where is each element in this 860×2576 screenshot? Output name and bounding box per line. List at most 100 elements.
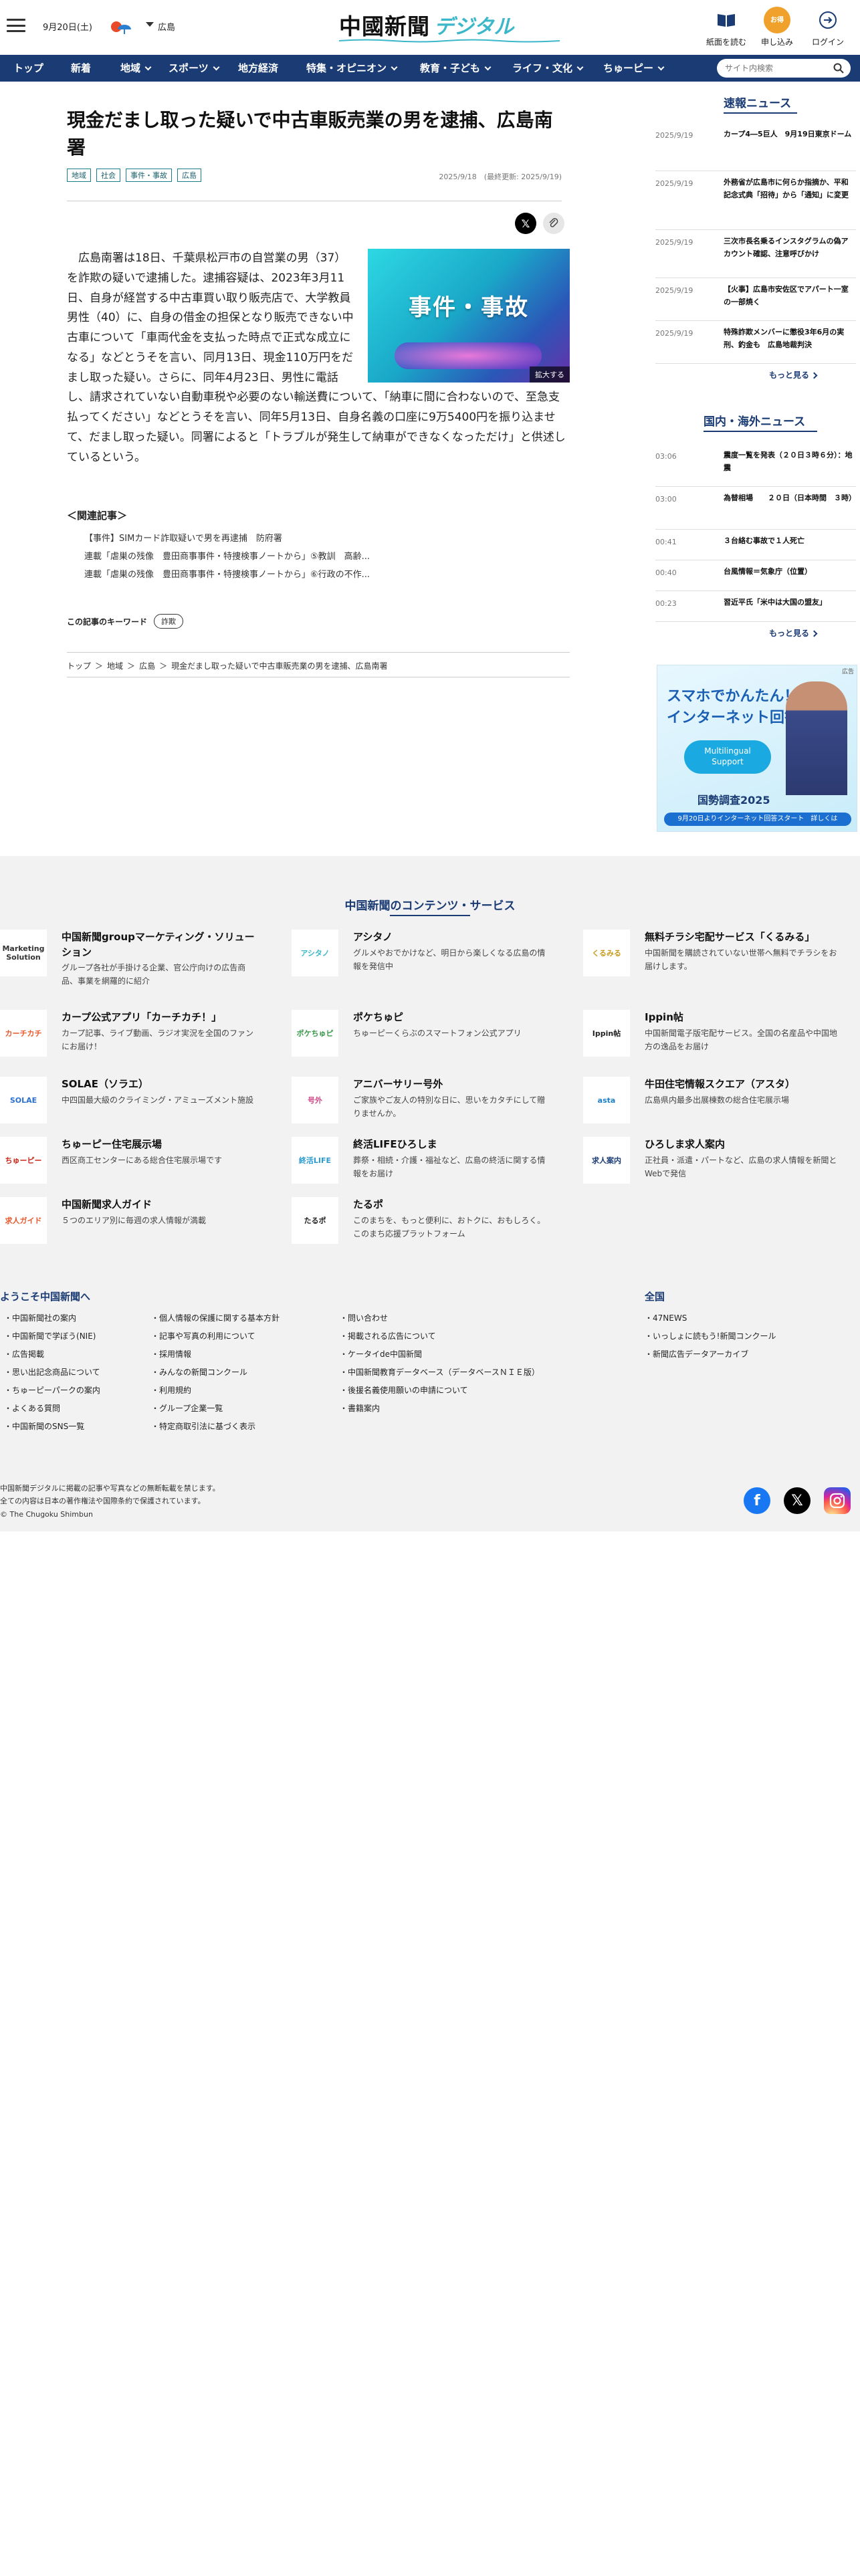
breadcrumb-hiroshima[interactable]: 広島	[139, 660, 155, 671]
footer-link[interactable]: 中国新聞社の案内	[4, 1309, 100, 1327]
service-item[interactable]: たるポ たるポ このまちを、もっと便利に、おトクに、おもしろく。このまち応援プラット…	[292, 1197, 552, 1251]
site-logo[interactable]: 中國新聞 デジタル	[339, 8, 560, 43]
related-link[interactable]: 連載「虐巣の残像 豊田商事事件・特捜検事ノートから」⑤教訓 高齢...	[84, 548, 459, 566]
ad-person-image	[786, 681, 847, 795]
news-title: 三次市長名乗るインスタグラムの偽アカウント確認、注意呼びかけ	[724, 237, 849, 258]
service-item[interactable]: 求人ガイド 中国新聞求人ガイド ５つのエリア別に毎週の求人情報が満載	[0, 1197, 261, 1251]
hamburger-menu-icon[interactable]	[7, 19, 25, 32]
footer-link[interactable]: 特定商取引法に基づく表示	[151, 1418, 280, 1436]
nav-item-chupy[interactable]: ちゅーピー	[603, 55, 665, 82]
service-item[interactable]: 求人案内 ひろしま求人案内 正社員・派遣・パートなど、広島の求人情報を新聞とWebで…	[583, 1137, 844, 1190]
service-item[interactable]: 終活LIFE 終活LIFEひろしま 葬祭・相続・介護・福祉など、広島の終活に関する情…	[292, 1137, 552, 1190]
service-name: たるポ	[353, 1198, 384, 1210]
footer-link[interactable]: 個人情報の保護に関する基本方針	[151, 1309, 280, 1327]
footer-link[interactable]: 採用情報	[151, 1346, 280, 1364]
tag-hiroshima[interactable]: 広島	[177, 169, 201, 182]
service-logo: たるポ	[292, 1197, 338, 1244]
nav-item-feature[interactable]: 特集・オピニオン	[306, 55, 398, 82]
service-desc: 正社員・派遣・パートなど、広島の求人情報を新聞とWebで発信	[645, 1156, 837, 1178]
footer-link[interactable]: 中国新聞のSNS一覧	[4, 1418, 100, 1436]
footer-link[interactable]: よくある質問	[4, 1400, 100, 1418]
list-item[interactable]: 2025/9/19 三次市長名乗るインスタグラムの偽アカウント確認、注意呼びかけ	[655, 230, 856, 278]
share-x-button[interactable]: 𝕏	[515, 213, 536, 234]
photo-caption-text: 事件・事故	[409, 294, 529, 321]
footer-link[interactable]: 47NEWS	[645, 1309, 776, 1327]
footer-link[interactable]: 利用規約	[151, 1382, 280, 1400]
ad-banner[interactable]: 広告 スマホでかんたん！ インターネット回答 Multilingual Supp…	[657, 665, 857, 832]
footer-link[interactable]: 書籍案内	[340, 1400, 540, 1418]
footer-link[interactable]: みんなの新聞コンクール	[151, 1364, 280, 1382]
tag-chiiki[interactable]: 地域	[67, 169, 91, 182]
breadcrumb-region[interactable]: 地域	[107, 660, 123, 671]
chevron-down-icon	[657, 64, 665, 71]
footer-link[interactable]: ちゅーピーパークの案内	[4, 1382, 100, 1400]
footer-link[interactable]: いっしょに読もう!新聞コンクール	[645, 1327, 776, 1346]
footer-link[interactable]: 掲載される広告について	[340, 1327, 540, 1346]
list-item[interactable]: 2025/9/19 【火事】広島市安佐区でアパート一室の一部焼く	[655, 278, 856, 321]
flash-more-link[interactable]: もっと見る	[769, 369, 818, 381]
footer-link[interactable]: 広告掲載	[4, 1346, 100, 1364]
x-icon[interactable]: 𝕏	[784, 1487, 811, 1514]
search-input[interactable]	[725, 62, 825, 75]
service-item[interactable]: Ippin帖 Ippin帖 中国新聞電子版宅配サービス。全国の名産品や中国地方の逸品…	[583, 1010, 844, 1063]
list-item[interactable]: 2025/9/19 カープ4―5巨人 9月19日東京ドーム	[655, 123, 856, 171]
news-date: 2025/9/19	[655, 329, 693, 338]
list-item[interactable]: 00:23 習近平氏「米中は大国の盟友」	[655, 591, 856, 622]
footer-link[interactable]: グループ企業一覧	[151, 1400, 280, 1418]
nav-item-region[interactable]: 地域	[120, 55, 152, 82]
list-item[interactable]: 00:40 台風情報＝気象庁（位置）	[655, 560, 856, 591]
service-item[interactable]: ポケちゅピ ポケちゅピ ちゅーピーくらぶのスマートフォン公式アプリ	[292, 1010, 552, 1063]
region-selector[interactable]: 広島	[158, 20, 175, 33]
apply-button[interactable]: お得 申し込み	[750, 7, 804, 47]
service-item[interactable]: くるみる 無料チラシ宅配サービス「くるみる」 中国新聞を購読されていない世帯へ無料で…	[583, 930, 844, 983]
service-item[interactable]: SOLAE SOLAE（ソラエ） 中四国最大級のクライミング・アミューズメント施設	[0, 1077, 261, 1130]
service-logo: 終活LIFE	[292, 1137, 338, 1184]
breadcrumb-top[interactable]: トップ	[67, 660, 91, 671]
nav-item-top[interactable]: トップ	[13, 55, 43, 82]
nav-item-economy[interactable]: 地方経済	[238, 55, 278, 82]
nav-item-new[interactable]: 新着	[71, 55, 91, 82]
search-icon[interactable]	[833, 63, 844, 74]
facebook-icon[interactable]: f	[744, 1487, 770, 1514]
read-paper-button[interactable]: 紙面を読む	[700, 7, 753, 47]
service-item[interactable]: カーチカチ カープ公式アプリ「カーチカチ！」 カープ記事、ライブ動画、ラジオ実況を全…	[0, 1010, 261, 1063]
service-desc: 中国新聞を購読されていない世帯へ無料でチラシをお届けします。	[645, 948, 837, 971]
service-desc: グルメやおでかけなど、明日から楽しくなる広島の情報を発信中	[353, 948, 546, 971]
tag-shakai[interactable]: 社会	[96, 169, 120, 182]
zoom-button[interactable]: 拡大する	[530, 366, 570, 383]
instagram-icon[interactable]	[824, 1487, 851, 1514]
related-link[interactable]: 【事件】SIMカード詐取疑いで男を再逮捕 防府署	[84, 530, 459, 548]
service-desc: ５つのエリア別に毎週の求人情報が満載	[62, 1216, 207, 1225]
footer-link[interactable]: 中国新聞で学ぼう(NIE)	[4, 1327, 100, 1346]
footer-link[interactable]: 問い合わせ	[340, 1309, 540, 1327]
service-logo: 求人案内	[583, 1137, 630, 1184]
list-item[interactable]: 2025/9/19 外務省が広島市に何らか指摘か、平和記念式典「招待」から「通知…	[655, 171, 856, 230]
nav-item-life[interactable]: ライフ・文化	[512, 55, 584, 82]
footer-link[interactable]: 中国新聞教育データベース（データベースＮＩＥ版）	[340, 1364, 540, 1382]
tag-jiken[interactable]: 事件・事故	[126, 169, 172, 182]
footer-link[interactable]: 思い出記念商品について	[4, 1364, 100, 1382]
service-item[interactable]: アシタノ アシタノ グルメやおでかけなど、明日から楽しくなる広島の情報を発信中	[292, 930, 552, 983]
list-item[interactable]: 03:06 震度一覧を発表（２０日３時６分）：地震	[655, 444, 856, 487]
world-more-link[interactable]: もっと見る	[769, 627, 818, 639]
list-item[interactable]: 03:00 為替相場 ２０日（日本時間 ３時）	[655, 487, 856, 530]
service-item[interactable]: Marketing Solution 中国新聞groupマーケティング・ソリューシ…	[0, 930, 261, 986]
article-photo[interactable]: 事件・事故 拡大する	[368, 249, 570, 383]
login-button[interactable]: ログイン	[801, 7, 855, 47]
nav-item-sports[interactable]: スポーツ	[169, 55, 220, 82]
keyword-pill[interactable]: 詐欺	[154, 614, 184, 629]
related-link[interactable]: 連載「虐巣の残像 豊田商事事件・特捜検事ノートから」⑥行政の不作...	[84, 566, 459, 584]
footer-link[interactable]: 後援名義使用願いの申請について	[340, 1382, 540, 1400]
service-item[interactable]: asta 牛田住宅情報スクエア（アスタ） 広島県内最多出展棟数の総合住宅展示場	[583, 1077, 844, 1130]
list-item[interactable]: 2025/9/19 特殊詐欺メンバーに懲役3年6月の実刑、釣金も 広島地裁判決	[655, 321, 856, 364]
list-item[interactable]: 00:41 ３台絡む事故で１人死亡	[655, 530, 856, 560]
copy-link-button[interactable]	[543, 213, 564, 234]
region-dropdown-chevron-icon[interactable]	[146, 22, 154, 27]
service-item[interactable]: 号外 アニバーサリー号外 ご家族やご友人の特別な日に、思いをカタチにして贈りませんか…	[292, 1077, 552, 1130]
service-desc: このまちを、もっと便利に、おトクに、おもしろく。このまち応援プラットフォーム	[353, 1216, 546, 1239]
nav-item-education[interactable]: 教育・子ども	[420, 55, 492, 82]
footer-link[interactable]: 記事や写真の利用について	[151, 1327, 280, 1346]
service-item[interactable]: ちゅーピー ちゅーピー住宅展示場 西区商工センターにある総合住宅展示場です	[0, 1137, 261, 1190]
footer-link[interactable]: 新聞広告データアーカイブ	[645, 1346, 776, 1364]
footer-link[interactable]: ケータイde中国新聞	[340, 1346, 540, 1364]
